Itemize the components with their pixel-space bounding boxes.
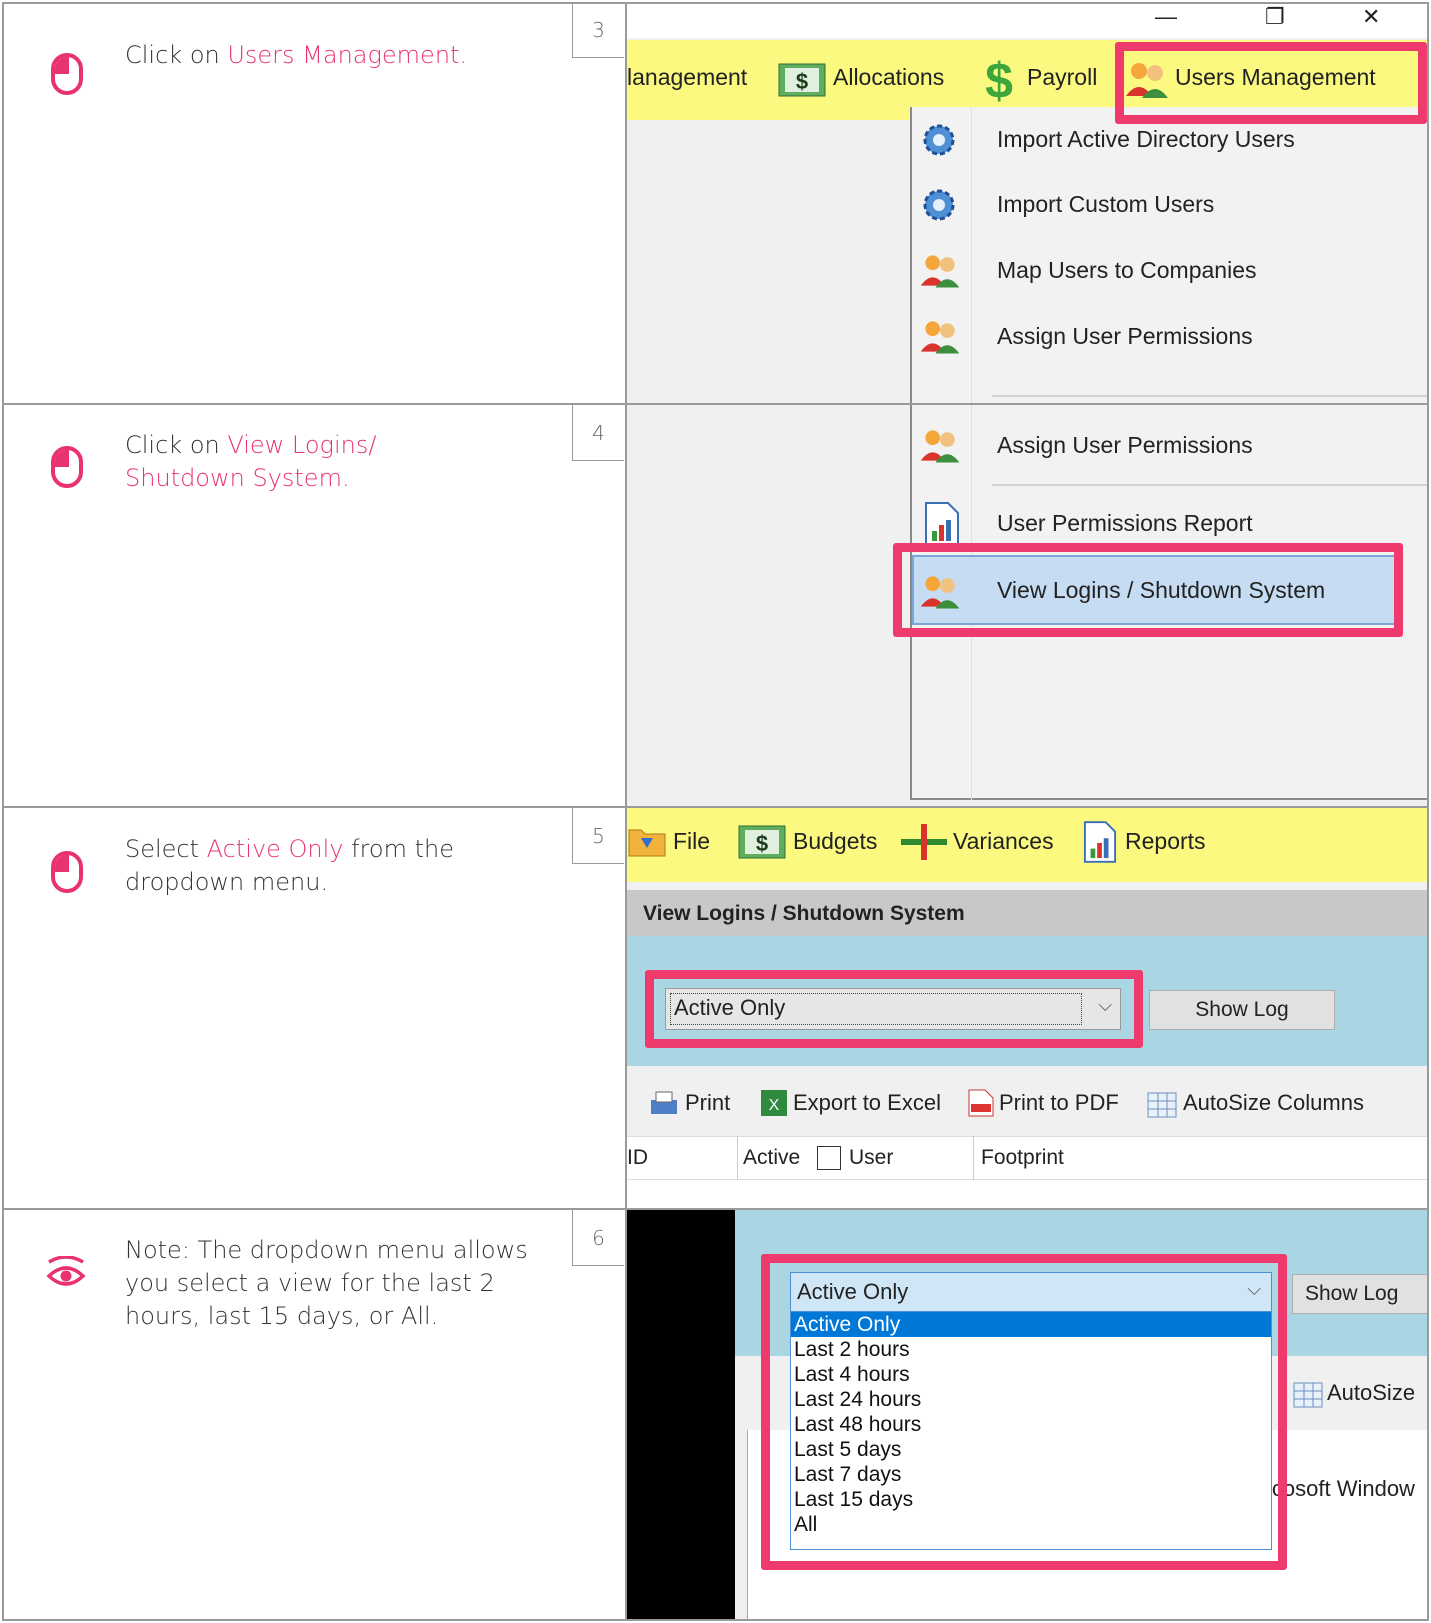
toolbar-variances[interactable]: Variances — [953, 828, 1054, 855]
report-icon — [1083, 821, 1117, 863]
report-icon — [925, 502, 959, 546]
step-number: 5 — [572, 808, 624, 864]
minimize-icon[interactable]: — — [1155, 4, 1177, 30]
excel-icon: X — [761, 1090, 787, 1116]
pdf-icon — [968, 1089, 994, 1117]
grid-row-partial — [627, 1180, 1427, 1208]
dollar-doc-icon: $ — [738, 825, 786, 859]
toolbar-reports[interactable]: Reports — [1125, 828, 1206, 855]
active-checkbox[interactable] — [817, 1146, 841, 1170]
svg-text:$: $ — [756, 831, 768, 856]
menu-assign-permissions[interactable]: Assign User Permissions — [912, 415, 1427, 475]
autosize-columns-button[interactable]: AutoSize Columns — [1183, 1090, 1364, 1116]
step-4-instruction: Click on View Logins/ Shutdown System. — [125, 431, 377, 492]
step-5-instruction: Select Active Only from the dropdown men… — [125, 835, 455, 896]
table-icon — [1147, 1092, 1177, 1118]
black-margin — [627, 1210, 735, 1619]
svg-text:$: $ — [796, 69, 808, 94]
column-footprint[interactable]: Footprint — [981, 1146, 1064, 1170]
column-active[interactable]: Active — [743, 1146, 800, 1170]
column-user[interactable]: User — [849, 1146, 893, 1170]
menu-import-custom-users[interactable]: Import Custom Users — [912, 174, 1427, 234]
footprint-partial: icosoft Window — [1267, 1476, 1415, 1501]
step-number: 6 — [572, 1210, 624, 1266]
toolbar-budgets[interactable]: Budgets — [793, 828, 877, 855]
highlight-box — [1115, 42, 1427, 124]
menu-separator — [992, 395, 1427, 397]
autosize-columns-button[interactable]: AutoSize — [1327, 1380, 1415, 1406]
restore-icon[interactable]: ❐ — [1265, 4, 1285, 30]
print-button[interactable]: Print — [685, 1090, 730, 1116]
toolbar-payroll[interactable]: Payroll — [1027, 64, 1097, 91]
highlight-box — [761, 1254, 1287, 1570]
print-pdf-button[interactable]: Print to PDF — [999, 1090, 1119, 1116]
toolbar-file[interactable]: File — [673, 828, 710, 855]
menu-assign-permissions[interactable]: Assign User Permissions — [912, 306, 1427, 366]
printer-icon — [651, 1091, 677, 1114]
step-number: 3 — [572, 2, 624, 58]
users-management-menu: Import Active Directory Users Import Cus… — [910, 107, 1427, 403]
panel-title: View Logins / Shutdown System — [643, 902, 965, 925]
users-icon — [920, 430, 960, 463]
eye-icon — [46, 1256, 86, 1286]
dollar-icon: $ — [985, 54, 1013, 106]
screenshot-step-4: Assign User Permissions User Permissions… — [627, 405, 1427, 806]
export-excel-button[interactable]: Export to Excel — [793, 1090, 941, 1116]
screenshot-step-5: File $ Budgets Variances Reports View Lo… — [627, 808, 1427, 1208]
show-log-button[interactable]: Show Log — [1149, 990, 1335, 1030]
svg-text:$: $ — [985, 54, 1013, 106]
highlight-box — [893, 543, 1403, 637]
table-icon — [1293, 1382, 1323, 1408]
menu-map-users[interactable]: Map Users to Companies — [912, 240, 1427, 300]
users-icon — [920, 321, 960, 354]
toolbar-allocations[interactable]: Allocations — [833, 64, 944, 91]
folder-icon — [628, 829, 666, 857]
mouse-icon — [51, 446, 83, 488]
dollar-doc-icon: $ — [778, 63, 826, 97]
step-6-note: Note: The dropdown menu allows you selec… — [125, 1236, 528, 1330]
variances-icon — [901, 824, 947, 860]
close-icon[interactable]: ✕ — [1362, 4, 1380, 30]
screenshot-step-6: Active Only ⌵ Show Log AutoSize icosoft … — [627, 1210, 1427, 1619]
svg-text:X: X — [769, 1097, 780, 1114]
users-icon — [920, 255, 960, 288]
highlight-box — [645, 970, 1143, 1048]
menu-separator — [992, 484, 1427, 486]
mouse-icon — [51, 851, 83, 893]
gear-icon — [923, 189, 955, 221]
gear-icon — [923, 124, 955, 156]
column-id[interactable]: ID — [627, 1146, 648, 1170]
step-number: 4 — [572, 405, 624, 461]
show-log-button[interactable]: Show Log — [1292, 1274, 1427, 1314]
screenshot-step-3: — ❐ ✕ lanagement $ Allocations $ Payroll… — [627, 4, 1427, 403]
step-3-instruction: Click on Users Management. — [125, 41, 468, 69]
toolbar-management-partial[interactable]: lanagement — [627, 64, 747, 91]
mouse-icon — [51, 53, 83, 95]
